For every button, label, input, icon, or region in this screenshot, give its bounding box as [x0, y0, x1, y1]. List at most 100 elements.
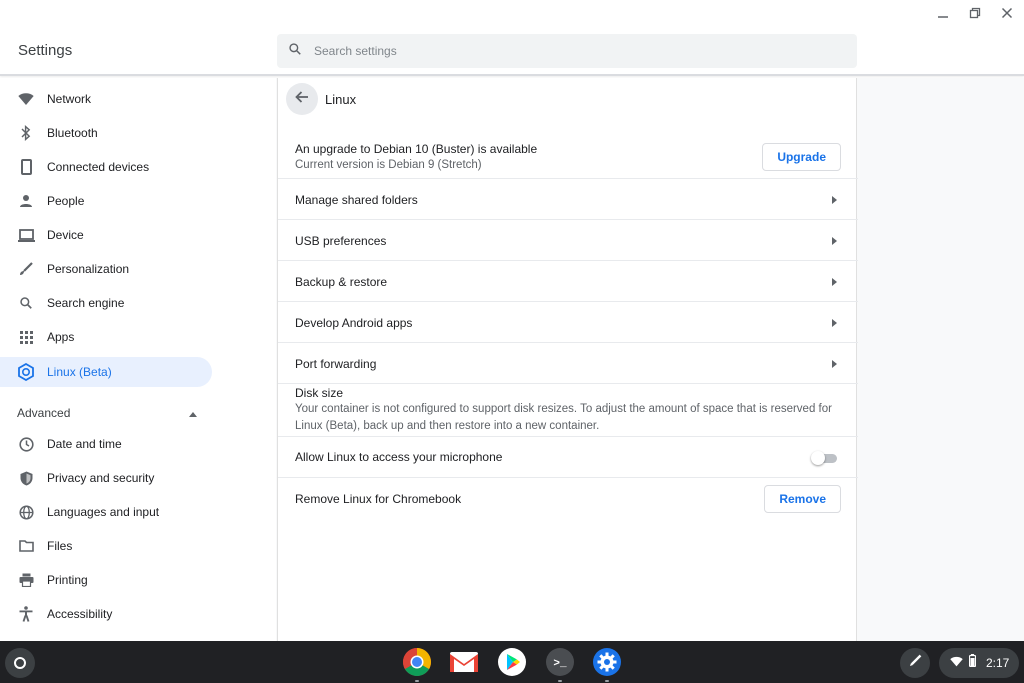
advanced-section-toggle[interactable]: Advanced [17, 404, 197, 422]
upgrade-title: An upgrade to Debian 10 (Buster) is avai… [295, 142, 538, 156]
upgrade-subtitle: Current version is Debian 9 (Stretch) [295, 159, 482, 171]
clock-time: 2:17 [986, 656, 1010, 670]
microphone-row: Allow Linux to access your microphone [278, 436, 858, 477]
wifi-icon [950, 654, 963, 672]
pen-icon [909, 654, 922, 672]
sidebar-item-label: Device [47, 228, 84, 242]
accessibility-icon [17, 605, 35, 623]
sidebar-item-label: Accessibility [47, 607, 113, 621]
panel-header: Linux [278, 78, 858, 120]
search-input[interactable] [314, 44, 814, 58]
port-forwarding-row[interactable]: Port forwarding [278, 342, 858, 383]
row-label: Backup & restore [295, 275, 388, 289]
sidebar-item-date-time[interactable]: Date and time [0, 429, 212, 459]
penguin-icon [17, 363, 35, 381]
sidebar-item-linux-beta[interactable]: Linux (Beta) [0, 357, 212, 387]
running-indicator [415, 680, 419, 682]
chrome-icon[interactable] [401, 646, 433, 682]
wifi-icon [17, 90, 35, 108]
sidebar-item-apps[interactable]: Apps [0, 322, 212, 352]
disk-size-row: Disk size Your container is not configur… [278, 383, 858, 436]
sidebar-item-people[interactable]: People [0, 186, 212, 216]
remove-button[interactable]: Remove [764, 485, 841, 513]
backup-restore-row[interactable]: Backup & restore [278, 260, 858, 301]
gmail-icon[interactable] [448, 646, 480, 678]
sidebar: Network Bluetooth Connected devices Peop… [0, 78, 276, 641]
linux-settings-panel: Linux An upgrade to Debian 10 (Buster) i… [277, 78, 858, 641]
launcher-circle-icon [14, 657, 26, 669]
sidebar-item-label: Connected devices [47, 160, 150, 174]
develop-android-apps-row[interactable]: Develop Android apps [278, 301, 858, 342]
sidebar-item-device[interactable]: Device [0, 220, 212, 250]
sidebar-item-label: Search engine [47, 296, 125, 310]
arrow-back-icon [295, 90, 309, 109]
sidebar-item-personalization[interactable]: Personalization [0, 254, 212, 284]
shelf: >_ 2:17 [0, 641, 1024, 683]
apps-grid-icon [17, 328, 35, 346]
disk-size-title: Disk size [295, 386, 344, 400]
page-title: Linux [325, 92, 357, 107]
folder-icon [17, 537, 35, 555]
minimize-icon[interactable] [934, 4, 952, 22]
upgrade-button[interactable]: Upgrade [762, 143, 841, 171]
toggle-knob [811, 451, 825, 465]
close-icon[interactable] [998, 4, 1016, 22]
arrow-right-icon [830, 359, 838, 369]
chevron-up-icon [189, 404, 197, 422]
remove-linux-row: Remove Linux for Chromebook Remove [278, 477, 858, 521]
sidebar-item-label: Personalization [47, 262, 130, 276]
bluetooth-icon [17, 124, 35, 142]
search-box[interactable] [277, 34, 857, 68]
row-label: USB preferences [295, 234, 387, 248]
sidebar-item-printing[interactable]: Printing [0, 565, 212, 595]
sidebar-item-label: Network [47, 92, 92, 106]
sidebar-item-network[interactable]: Network [0, 84, 212, 114]
sidebar-item-files[interactable]: Files [0, 531, 212, 561]
laptop-icon [17, 226, 35, 244]
settings-icon[interactable] [591, 646, 623, 682]
microphone-label: Allow Linux to access your microphone [295, 450, 503, 464]
restore-icon[interactable] [966, 4, 984, 22]
sidebar-item-bluetooth[interactable]: Bluetooth [0, 118, 212, 148]
arrow-right-icon [830, 195, 838, 205]
phone-icon [17, 158, 35, 176]
sidebar-item-label: Linux (Beta) [47, 365, 112, 379]
sidebar-item-label: Languages and input [47, 505, 160, 519]
person-icon [17, 192, 35, 210]
sidebar-item-label: Date and time [47, 437, 122, 451]
printer-icon [17, 571, 35, 589]
shield-icon [17, 469, 35, 487]
disk-size-description: Your container is not configured to supp… [295, 403, 832, 432]
back-button[interactable] [286, 83, 318, 115]
globe-icon [17, 503, 35, 521]
sidebar-item-label: Files [47, 539, 73, 553]
sidebar-item-search-engine[interactable]: Search engine [0, 288, 212, 318]
row-label: Manage shared folders [295, 193, 418, 207]
sidebar-item-label: Privacy and security [47, 471, 155, 485]
sidebar-item-connected-devices[interactable]: Connected devices [0, 152, 212, 182]
terminal-icon[interactable]: >_ [544, 646, 576, 682]
launcher-button[interactable] [5, 648, 35, 678]
app-title: Settings [18, 42, 73, 59]
sidebar-item-label: Bluetooth [47, 126, 98, 140]
usb-preferences-row[interactable]: USB preferences [278, 219, 858, 260]
play-store-icon[interactable] [496, 646, 528, 678]
arrow-right-icon [830, 318, 838, 328]
sidebar-item-label: Printing [47, 573, 88, 587]
microphone-toggle[interactable] [811, 451, 839, 465]
row-label: Port forwarding [295, 357, 377, 371]
sidebar-item-label: People [47, 194, 85, 208]
search-icon [288, 42, 302, 61]
brush-icon [17, 260, 35, 278]
sidebar-item-languages-input[interactable]: Languages and input [0, 497, 212, 527]
upgrade-row: An upgrade to Debian 10 (Buster) is avai… [278, 130, 858, 178]
sidebar-item-privacy-security[interactable]: Privacy and security [0, 463, 212, 493]
header-bar: Settings [0, 0, 1024, 76]
terminal-glyph: >_ [553, 658, 567, 670]
stylus-tools-button[interactable] [900, 648, 930, 678]
clock-icon [17, 435, 35, 453]
sidebar-item-accessibility[interactable]: Accessibility [0, 599, 212, 629]
manage-shared-folders-row[interactable]: Manage shared folders [278, 178, 858, 219]
status-tray[interactable]: 2:17 [939, 648, 1019, 678]
window-controls [934, 4, 1016, 22]
